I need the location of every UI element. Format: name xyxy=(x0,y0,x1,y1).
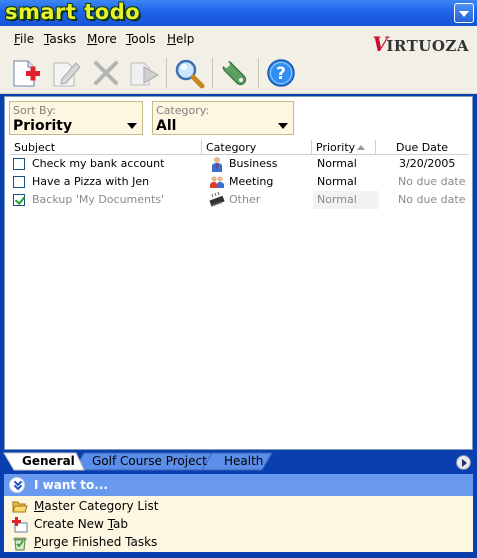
column-divider xyxy=(201,140,202,154)
menu-help[interactable]: Help xyxy=(167,32,194,46)
task-due-date: No due date xyxy=(398,175,466,188)
action-mnemonic: M xyxy=(34,499,45,513)
sort-ascending-icon xyxy=(357,145,365,150)
task-category: Other xyxy=(229,193,261,206)
collapse-icon[interactable] xyxy=(9,477,25,493)
task-subject: Check my bank account xyxy=(32,157,165,170)
menu-more[interactable]: More xyxy=(87,32,117,46)
action-label: Purge Finished Tasks xyxy=(34,535,157,549)
tools-button[interactable] xyxy=(218,56,252,90)
task-category: Meeting xyxy=(229,175,274,188)
action-label: Master Category List xyxy=(34,499,158,513)
new-task-button[interactable] xyxy=(9,56,43,90)
business-person-icon xyxy=(212,157,222,172)
tab-health[interactable]: Health xyxy=(224,453,263,471)
delete-task-icon xyxy=(94,61,118,85)
search-button[interactable] xyxy=(172,56,206,90)
help-button[interactable]: ? xyxy=(264,56,298,90)
tab-strip: General Golf Course Project Health xyxy=(0,450,477,474)
new-task-icon xyxy=(13,60,40,87)
task-priority: Normal xyxy=(317,157,357,170)
menu-file[interactable]: File xyxy=(14,32,34,46)
menu-help-mnemonic: H xyxy=(167,32,177,46)
search-icon xyxy=(175,59,205,89)
task-due-date: 3/20/2005 xyxy=(399,157,456,170)
svg-text:?: ? xyxy=(276,64,286,84)
column-subject[interactable]: Subject xyxy=(14,141,55,154)
title-bar: smart todo xyxy=(0,0,477,26)
menu-tasks[interactable]: Tasks xyxy=(44,32,76,46)
sort-by-label: Sort By: xyxy=(13,104,57,117)
chip-icon xyxy=(209,192,225,208)
column-priority[interactable]: Priority xyxy=(316,141,355,154)
help-icon: ? xyxy=(267,59,295,87)
menu-more-label: ore xyxy=(97,32,117,46)
action-label-part: urge Finished Tasks xyxy=(41,535,158,549)
iwant-header[interactable]: I want to... xyxy=(4,474,473,496)
menu-file-label: ile xyxy=(20,32,35,46)
task-category: Business xyxy=(229,157,278,170)
action-label-part: ab xyxy=(113,517,129,531)
purge-icon xyxy=(13,537,27,551)
app-logo: smart todo xyxy=(5,0,141,24)
forward-task-button[interactable] xyxy=(127,56,161,90)
toolbar: ? xyxy=(0,52,477,94)
task-subject: Have a Pizza with Jen xyxy=(32,175,150,188)
action-mnemonic: P xyxy=(34,535,42,549)
toolbar-separator xyxy=(212,58,213,88)
new-tab-icon xyxy=(12,517,28,533)
task-priority: Normal xyxy=(317,193,357,206)
meeting-people-icon xyxy=(210,176,224,188)
action-label-part: Create New xyxy=(34,517,108,531)
next-tab-icon[interactable] xyxy=(456,455,471,470)
table-header: Subject Category Priority Due Date xyxy=(9,140,469,155)
menu-tasks-label: asks xyxy=(49,32,77,46)
tab-golf-course-project[interactable]: Golf Course Project xyxy=(92,453,207,471)
task-due-date: No due date xyxy=(398,193,466,206)
forward-task-icon xyxy=(130,62,160,86)
delete-task-button[interactable] xyxy=(89,56,123,90)
menu-bar: File Tasks More Tools Help Virtuoza xyxy=(0,26,477,56)
window-menu-button[interactable] xyxy=(454,3,474,23)
task-subject: Backup 'My Documents' xyxy=(32,193,165,206)
iwant-title: I want to... xyxy=(34,478,108,492)
task-checkbox[interactable] xyxy=(13,176,25,188)
sort-by-dropdown[interactable]: Sort By: Priority xyxy=(9,101,143,135)
table-row[interactable]: Have a Pizza with Jen Meeting Normal No … xyxy=(9,173,469,191)
menu-help-label: elp xyxy=(176,32,195,46)
menu-more-mnemonic: M xyxy=(87,32,98,46)
tab-general[interactable]: General xyxy=(22,453,75,471)
chevron-down-icon xyxy=(278,123,288,129)
edit-task-icon xyxy=(53,62,81,87)
column-category[interactable]: Category xyxy=(206,141,256,154)
iwant-panel: Master Category List Create New Tab Purg… xyxy=(4,496,473,552)
action-label-part: aster Category List xyxy=(44,499,159,513)
category-value: All xyxy=(156,118,177,134)
toolbar-separator xyxy=(258,58,259,88)
column-divider xyxy=(311,140,312,154)
chevron-down-icon xyxy=(127,123,137,129)
menu-tools-label: ools xyxy=(131,32,156,46)
menu-tools[interactable]: Tools xyxy=(126,32,156,46)
category-label: Category: xyxy=(156,104,210,117)
task-priority: Normal xyxy=(317,175,357,188)
task-panel: Sort By: Priority Category: All Subject … xyxy=(4,96,473,450)
table-row[interactable]: Backup 'My Documents' Other Normal No du… xyxy=(9,191,469,209)
column-due-date[interactable]: Due Date xyxy=(396,141,448,154)
task-checkbox-checked[interactable] xyxy=(13,194,25,206)
task-checkbox[interactable] xyxy=(13,158,25,170)
table-row[interactable]: Check my bank account Business Normal 3/… xyxy=(9,155,469,173)
tools-icon xyxy=(222,60,247,86)
category-dropdown[interactable]: Category: All xyxy=(152,101,294,135)
action-label: Create New Tab xyxy=(34,517,128,531)
edit-task-button[interactable] xyxy=(49,56,83,90)
sort-by-value: Priority xyxy=(13,118,73,134)
column-divider xyxy=(375,140,376,154)
toolbar-separator xyxy=(166,58,167,88)
folder-open-icon xyxy=(12,501,28,513)
